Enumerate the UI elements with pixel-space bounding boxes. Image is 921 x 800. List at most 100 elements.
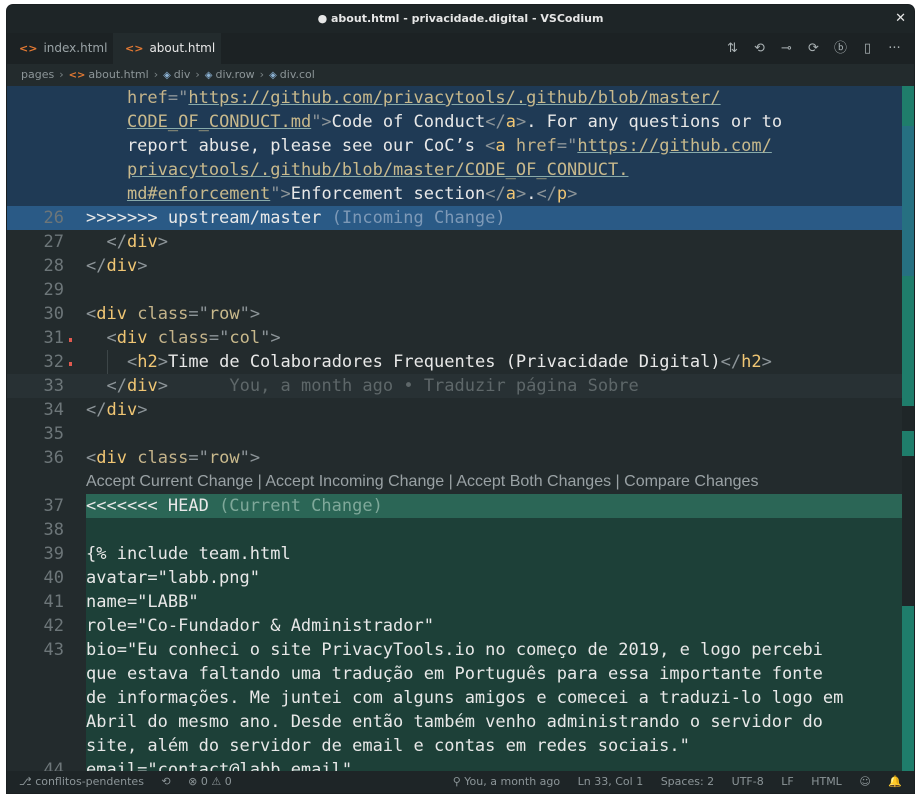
- code-line[interactable]: 41 name="LABB": [44, 590, 902, 614]
- html-file-icon: <>: [125, 42, 144, 55]
- tab-label: index.html: [43, 41, 108, 55]
- code-line[interactable]: 38: [44, 518, 902, 542]
- html-file-icon: <>: [19, 42, 38, 55]
- blame-icon[interactable]: ⓑ: [827, 33, 854, 64]
- vscodium-window: ● about.html - privacidade.digital - VSC…: [7, 5, 914, 793]
- code-editor[interactable]: href="https://github.com/privacytools/.g…: [7, 86, 914, 771]
- code-line[interactable]: 29: [7, 278, 902, 302]
- code-line[interactable]: 27 </div>: [7, 230, 902, 254]
- code-line[interactable]: 34 </div>: [7, 398, 902, 422]
- open-changes-icon[interactable]: ⇅: [719, 33, 746, 64]
- go-back-icon[interactable]: ⟲: [746, 33, 773, 64]
- feedback-icon[interactable]: ☺: [859, 775, 870, 788]
- code-text: {% include team.html: [86, 544, 291, 564]
- blame-text: You, a month ago: [464, 775, 561, 788]
- scrollbar[interactable]: [902, 86, 914, 771]
- code-line[interactable]: que estava faltando uma tradução em Port…: [86, 662, 902, 686]
- sync-icon[interactable]: ⟲: [161, 775, 170, 788]
- code-text: <div class="col">: [106, 328, 281, 348]
- code-line[interactable]: 28 </div>: [7, 254, 902, 278]
- split-editor-icon[interactable]: ▯: [854, 33, 881, 64]
- compare-changes-link[interactable]: Compare Changes: [624, 473, 758, 490]
- codelens-separator: |: [253, 473, 266, 490]
- code-text: Abril do mesmo ano. Desde então também v…: [86, 712, 823, 732]
- code-text: </div> You, a month ago • Traduzir págin…: [106, 376, 639, 396]
- indent-guide: [107, 350, 108, 374]
- tab-label: about.html: [149, 41, 216, 55]
- line-number: 30: [43, 304, 64, 324]
- breadcrumb-item[interactable]: div.col: [280, 68, 315, 81]
- code-line[interactable]: 26 >>>>>>> upstream/master (Incoming Chan…: [7, 206, 902, 230]
- code-line[interactable]: Abril do mesmo ano. Desde então também v…: [86, 710, 902, 734]
- code-text: name="LABB": [86, 592, 199, 612]
- breadcrumb-item[interactable]: div.row: [215, 68, 254, 81]
- codelens-separator: |: [444, 473, 457, 490]
- line-number: 39: [43, 544, 64, 564]
- line-number: 33: [43, 376, 64, 396]
- code-text: </div>: [86, 256, 148, 276]
- tab-index-html[interactable]: <> index.html: [7, 33, 113, 64]
- code-line[interactable]: 44 email="contact@labb.email": [44, 758, 902, 771]
- end-of-line[interactable]: LF: [781, 775, 793, 788]
- code-line[interactable]: report abuse, please see our CoC’s <a hr…: [7, 134, 902, 158]
- code-line[interactable]: CODE_OF_CONDUCT.md">Code of Conduct</a>.…: [7, 110, 902, 134]
- git-blame-status[interactable]: ⚲ You, a month ago: [453, 775, 560, 788]
- codelens-separator: |: [611, 473, 625, 490]
- line-number: 36: [43, 448, 64, 468]
- code-line[interactable]: 37 <<<<<<< HEAD (Current Change): [44, 494, 902, 518]
- code-line[interactable]: privacytools/.github/blob/master/CODE_OF…: [7, 158, 902, 182]
- code-text: avatar="labb.png": [86, 568, 260, 588]
- more-actions-icon[interactable]: ···: [881, 33, 908, 64]
- line-number: 27: [43, 232, 64, 252]
- code-text: privacytools/.github/blob/master/CODE_OF…: [126, 160, 629, 180]
- language-mode[interactable]: HTML: [811, 775, 842, 788]
- notifications-icon[interactable]: 🔔: [888, 775, 902, 788]
- scrollbar-conflict-marker: [902, 431, 914, 456]
- commit-icon[interactable]: ⊸: [773, 33, 800, 64]
- accept-current-change-link[interactable]: Accept Current Change: [86, 473, 253, 490]
- code-text: email="contact@labb.email": [86, 760, 353, 771]
- code-line[interactable]: 32 <h2>Time de Colaboradores Frequentes …: [7, 350, 902, 374]
- scrollbar-incoming-marker: [902, 126, 914, 276]
- gutter-modified-marker: [69, 338, 72, 342]
- code-line[interactable]: 35: [7, 422, 902, 446]
- git-branch[interactable]: ⎇ conflitos-pendentes: [19, 775, 144, 788]
- code-text: role="Co-Fundador & Administrador": [86, 616, 434, 636]
- breadcrumb-item[interactable]: div: [174, 68, 191, 81]
- line-number: 42: [43, 616, 64, 636]
- breadcrumb-item[interactable]: about.html: [88, 68, 148, 81]
- go-forward-icon[interactable]: ⟳: [800, 33, 827, 64]
- code-line[interactable]: 33 </div> You, a month ago • Traduzir pá…: [7, 374, 902, 398]
- gutter-modified-marker: [69, 362, 72, 366]
- code-line[interactable]: 31 <div class="col">: [7, 326, 902, 350]
- code-line[interactable]: site, além do servidor de email e contas…: [86, 734, 902, 758]
- encoding[interactable]: UTF-8: [732, 775, 764, 788]
- accept-both-changes-link[interactable]: Accept Both Changes: [456, 473, 611, 490]
- code-line[interactable]: 43 bio="Eu conheci o site PrivacyTools.io…: [44, 638, 902, 662]
- accept-incoming-change-link[interactable]: Accept Incoming Change: [265, 473, 444, 490]
- scrollbar-conflict-marker: [902, 606, 914, 771]
- code-line[interactable]: de informações. Me juntei com alguns ami…: [86, 686, 902, 710]
- code-text: site, além do servidor de email e contas…: [86, 736, 690, 756]
- code-line[interactable]: 42 role="Co-Fundador & Administrador": [44, 614, 902, 638]
- code-line[interactable]: 39 {% include team.html: [44, 542, 902, 566]
- line-number: 38: [43, 520, 64, 540]
- problems-indicator[interactable]: ⊗ 0 ⚠ 0: [188, 775, 232, 788]
- code-text: que estava faltando uma tradução em Port…: [86, 664, 823, 684]
- code-line[interactable]: Accept Current Change | Accept Incoming …: [7, 470, 902, 494]
- close-icon[interactable]: ✕: [895, 11, 906, 26]
- code-text: <div class="row">: [86, 304, 261, 324]
- line-number: 28: [43, 256, 64, 276]
- code-line[interactable]: 30 <div class="row">: [7, 302, 902, 326]
- line-number: 29: [43, 280, 64, 300]
- indentation[interactable]: Spaces: 2: [661, 775, 714, 788]
- code-text: <div class="row">: [86, 448, 261, 468]
- tab-about-html[interactable]: <> about.html: [113, 33, 221, 83]
- code-line[interactable]: 40 avatar="labb.png": [44, 566, 902, 590]
- code-line[interactable]: 36 <div class="row">: [7, 446, 902, 470]
- code-line[interactable]: href="https://github.com/privacytools/.g…: [7, 86, 902, 110]
- line-number: 40: [43, 568, 64, 588]
- code-line[interactable]: md#enforcement">Enforcement section</a>.…: [7, 182, 902, 206]
- breadcrumb-item[interactable]: pages: [21, 68, 54, 81]
- cursor-position[interactable]: Ln 33, Col 1: [578, 775, 644, 788]
